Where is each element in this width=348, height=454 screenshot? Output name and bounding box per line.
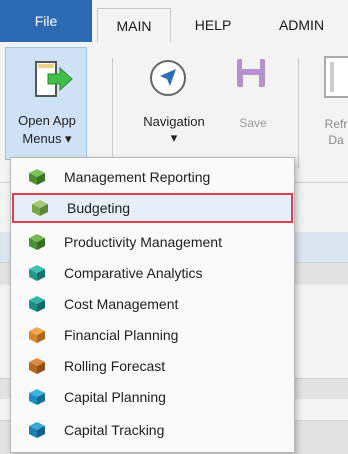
menu-item-productivity-management[interactable]: Productivity Management (12, 227, 293, 257)
open-app-label: Open App (18, 113, 76, 128)
cube-icon (29, 358, 45, 374)
refresh-icon (324, 56, 348, 98)
cube-icon (32, 200, 48, 216)
open-app-icon (35, 61, 73, 97)
navigation-label: Navigation (143, 114, 205, 129)
refresh-data-button[interactable]: Refr Da (316, 54, 348, 147)
cube-icon (29, 327, 45, 343)
open-app-menus-button[interactable]: Open App Menus ▾ (5, 47, 87, 160)
cube-icon (29, 296, 45, 312)
menu-item-comparative-analytics[interactable]: Comparative Analytics (12, 258, 293, 288)
open-app-menu-dropdown: Management Reporting Budgeting Productiv… (10, 157, 295, 453)
save-label: Save (239, 116, 267, 130)
compass-icon (150, 60, 186, 96)
menu-item-budgeting[interactable]: Budgeting (12, 193, 293, 223)
cube-icon (29, 422, 45, 438)
tab-admin[interactable]: ADMIN (255, 8, 348, 42)
navigation-chevron: ▾ (170, 130, 178, 145)
refresh-data-label: Da (328, 133, 344, 147)
ribbon-separator (298, 58, 299, 168)
navigation-button[interactable]: Navigation ▾ (128, 54, 226, 154)
cube-icon (29, 234, 45, 250)
menu-item-rolling-forecast[interactable]: Rolling Forecast (12, 351, 293, 381)
save-button[interactable]: Save (233, 54, 281, 144)
cube-icon (29, 265, 45, 281)
menu-item-capital-tracking[interactable]: Capital Tracking (12, 415, 293, 445)
menu-item-label: Management Reporting (64, 169, 211, 185)
menu-item-cost-management[interactable]: Cost Management (12, 289, 293, 319)
menu-item-label: Capital Tracking (64, 422, 165, 438)
cube-icon (29, 169, 45, 185)
ribbon-separator (112, 58, 113, 168)
menu-item-label: Financial Planning (64, 327, 179, 343)
menu-item-label: Productivity Management (64, 234, 222, 250)
tab-help[interactable]: HELP (171, 8, 255, 42)
menu-item-label: Cost Management (64, 296, 179, 312)
cube-icon (29, 389, 45, 405)
open-app-menus-label: Menus ▾ (22, 131, 72, 146)
tab-main[interactable]: MAIN (97, 8, 171, 42)
menu-item-label: Budgeting (67, 200, 131, 216)
menu-item-label: Comparative Analytics (64, 265, 203, 281)
menu-item-label: Capital Planning (64, 389, 166, 405)
tab-file[interactable]: File (0, 0, 92, 42)
refresh-label: Refr (324, 117, 348, 131)
menu-item-management-reporting[interactable]: Management Reporting (12, 162, 293, 192)
menu-item-capital-planning[interactable]: Capital Planning (12, 382, 293, 412)
save-icon (237, 59, 265, 87)
menu-item-label: Rolling Forecast (64, 358, 166, 374)
ribbon-tab-bar: File MAIN HELP ADMIN (0, 0, 348, 42)
menu-item-financial-planning[interactable]: Financial Planning (12, 320, 293, 350)
